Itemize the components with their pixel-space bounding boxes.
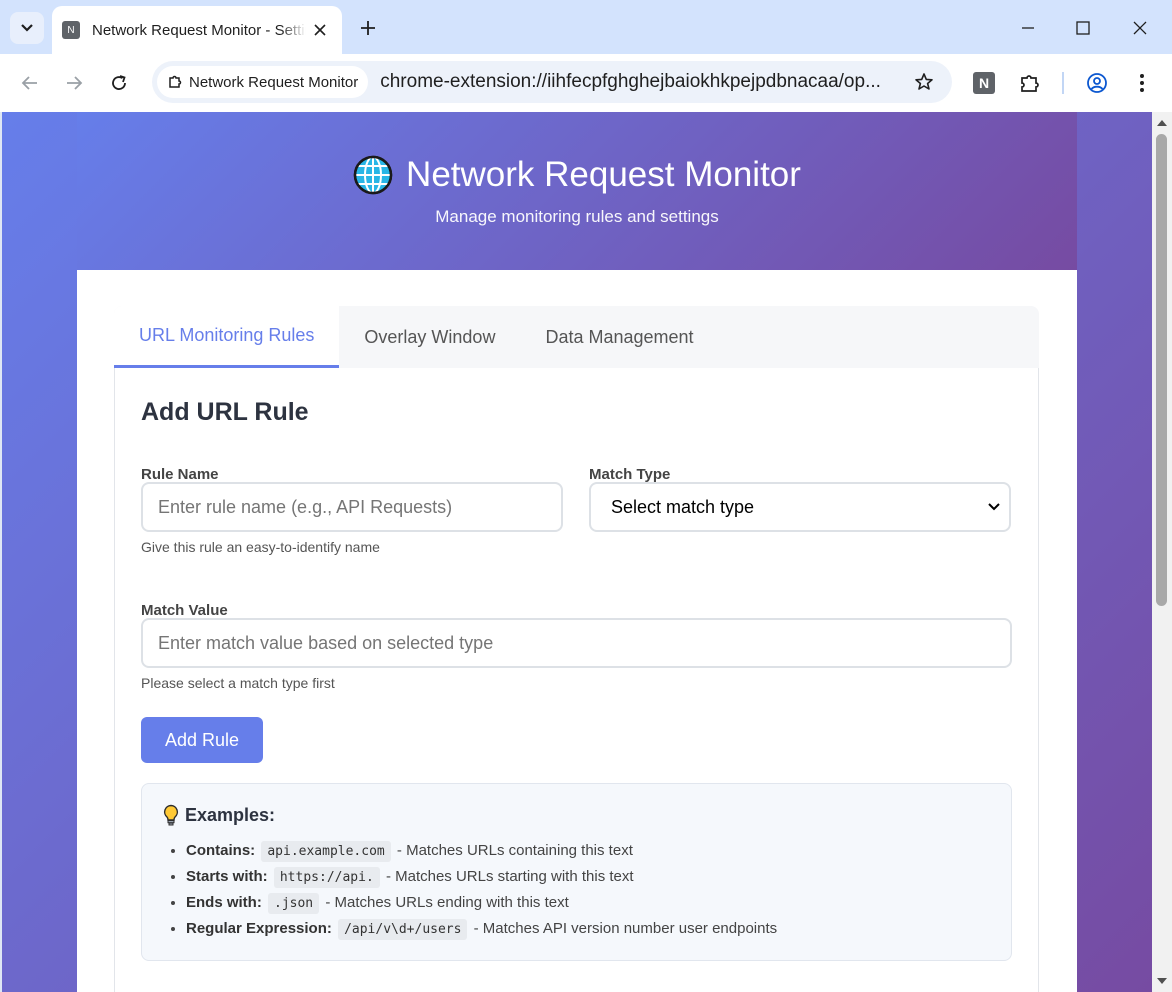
chevron-down-icon (988, 503, 1000, 511)
example-code: https://api. (273, 867, 380, 888)
match-value-label: Match Value (141, 602, 228, 619)
examples-title: Examples: (162, 804, 275, 826)
tab-title: Network Request Monitor - Settings (92, 21, 306, 39)
match-type-select[interactable]: Select match type (589, 482, 1011, 532)
tab-data-management[interactable]: Data Management (520, 306, 718, 368)
puzzle-icon (169, 75, 182, 88)
examples-title-text: Examples: (185, 804, 276, 825)
maximize-button[interactable] (1068, 14, 1098, 42)
add-rule-panel: Add URL Rule Rule Name Give this rule an… (114, 368, 1039, 992)
minimize-icon (1022, 27, 1034, 29)
extensions-menu-button[interactable] (1016, 69, 1044, 97)
match-type-value: Select match type (611, 496, 755, 517)
list-item: Regular Expression: /api/v\d+/users - Ma… (186, 916, 777, 942)
tab-url-monitoring-rules[interactable]: URL Monitoring Rules (114, 306, 340, 368)
example-code: .json (268, 893, 320, 914)
tab-favicon-icon: N (62, 21, 80, 39)
close-window-button[interactable] (1125, 14, 1155, 42)
examples-box: Examples: Contains: api.example.com - Ma… (141, 783, 1012, 961)
rule-name-input[interactable] (141, 482, 563, 532)
globe-icon (353, 155, 393, 195)
scroll-up-arrow[interactable] (1157, 120, 1167, 126)
example-code: api.example.com (261, 841, 391, 862)
tab-search-button[interactable] (10, 12, 44, 44)
page-title-text: Network Request Monitor (406, 155, 801, 194)
plus-icon (361, 21, 375, 35)
close-icon (1133, 21, 1147, 35)
match-value-help: Please select a match type first (141, 675, 335, 691)
star-icon (915, 73, 933, 90)
more-vert-icon (1140, 74, 1144, 92)
forward-button[interactable] (57, 66, 91, 100)
account-icon (1087, 73, 1107, 93)
page-title: Network Request Monitor (77, 112, 1077, 195)
rule-name-label: Rule Name (141, 466, 219, 483)
browser-tab[interactable]: N Network Request Monitor - Settings (52, 6, 342, 54)
site-info-chip[interactable]: Network Request Monitor (157, 66, 369, 98)
scrollbar-thumb[interactable] (1156, 134, 1167, 606)
maximize-icon (1076, 21, 1090, 35)
example-code: /api/v\d+/users (338, 919, 468, 940)
rule-name-help: Give this rule an easy-to-identify name (141, 539, 380, 555)
toolbar-separator (1062, 72, 1064, 94)
extension-button[interactable]: N (970, 69, 998, 97)
tab-close-button[interactable] (308, 18, 332, 42)
list-item: Starts with: https://api. - Matches URLs… (186, 864, 777, 890)
url-text[interactable]: chrome-extension://iihfecpfghghejbaiokhk… (380, 71, 885, 93)
scroll-down-arrow[interactable] (1157, 978, 1167, 984)
list-item: Contains: api.example.com - Matches URLs… (186, 838, 777, 864)
bookmark-button[interactable] (912, 70, 936, 94)
extension-n-icon: N (973, 72, 995, 94)
minimize-button[interactable] (1013, 14, 1043, 42)
arrow-right-icon (67, 76, 83, 90)
profile-button[interactable] (1083, 69, 1111, 97)
site-chip-label: Network Request Monitor (189, 73, 359, 91)
chevron-down-icon (21, 24, 33, 32)
browser-toolbar: Network Request Monitor chrome-extension… (0, 54, 1172, 112)
section-title: Add URL Rule (141, 398, 309, 426)
page-subtitle: Manage monitoring rules and settings (435, 207, 719, 226)
examples-list: Contains: api.example.com - Matches URLs… (186, 838, 777, 942)
page-viewport: Network Request Monitor Manage monitorin… (2, 112, 1152, 992)
back-button[interactable] (13, 66, 47, 100)
settings-container: Network Request Monitor Manage monitorin… (77, 112, 1077, 992)
settings-tabs: URL Monitoring Rules Overlay Window Data… (114, 306, 1039, 368)
puzzle-icon (1021, 75, 1039, 92)
list-item: Ends with: .json - Matches URLs ending w… (186, 890, 777, 916)
tab-strip: N Network Request Monitor - Settings (0, 0, 1172, 54)
address-bar[interactable]: Network Request Monitor chrome-extension… (152, 61, 952, 103)
browser-menu-button[interactable] (1128, 69, 1156, 97)
lightbulb-icon (163, 804, 179, 826)
arrow-left-icon (21, 76, 37, 90)
page-header: Network Request Monitor Manage monitorin… (77, 112, 1077, 270)
new-tab-button[interactable] (354, 14, 382, 42)
match-type-label: Match Type (589, 466, 671, 483)
match-value-input[interactable] (141, 618, 1012, 668)
tab-overlay-window[interactable]: Overlay Window (339, 306, 520, 368)
reload-icon (112, 75, 126, 90)
reload-button[interactable] (102, 66, 136, 100)
page-scrollbar[interactable] (1152, 112, 1172, 992)
close-icon (314, 24, 326, 36)
add-rule-button[interactable]: Add Rule (141, 717, 263, 763)
